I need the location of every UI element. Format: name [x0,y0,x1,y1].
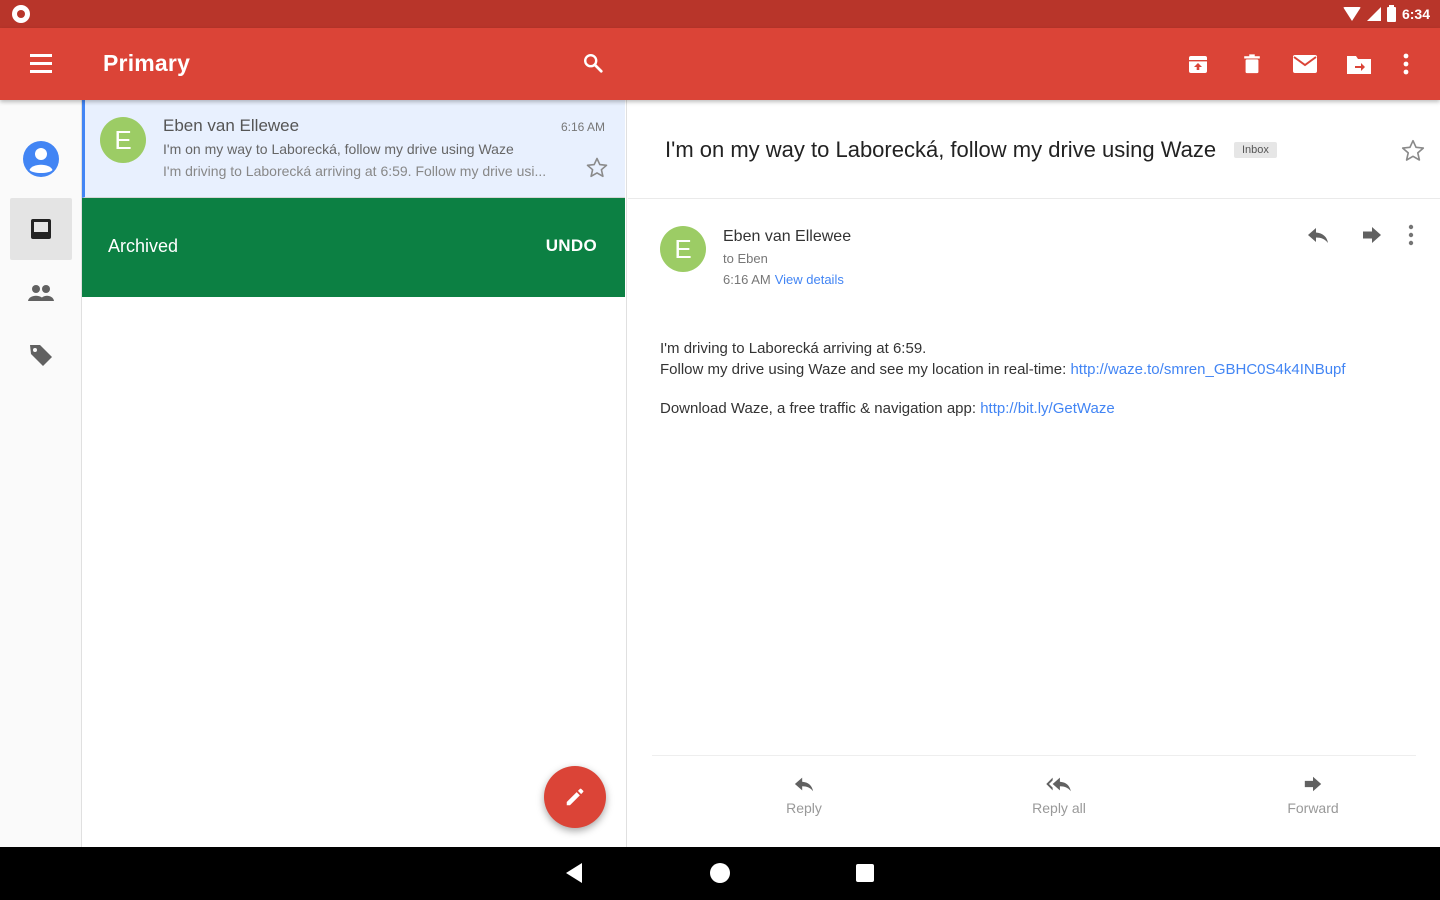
subject-header: I'm on my way to Laborecká, follow my dr… [628,100,1440,199]
reply-icon[interactable] [1306,224,1332,248]
message-paragraph: Download Waze, a free traffic & navigati… [660,398,1360,419]
system-navigation-bar [0,847,1440,900]
forward-icon [1304,776,1322,792]
status-bar: 6:34 [0,0,1440,28]
body-text-line3: Download Waze, a free traffic & navigati… [660,400,981,417]
recents-icon[interactable] [856,864,874,882]
menu-icon[interactable] [26,50,56,78]
forward-button[interactable]: Forward [1258,774,1368,824]
star-icon[interactable] [585,156,609,180]
label-icon [30,345,52,366]
archived-snackbar: Archived UNDO [82,198,625,297]
account-circle-icon [23,141,59,177]
reply-label: Reply [786,800,822,816]
view-details-link[interactable]: View details [775,272,844,287]
search-icon[interactable] [578,48,608,78]
move-to-icon[interactable] [1344,50,1374,78]
reply-all-label: Reply all [1032,800,1086,816]
rail-item-labels[interactable] [10,324,72,386]
rail-item-account[interactable] [10,128,72,190]
message-paragraph: I'm driving to Laborecká arriving at 6:5… [660,338,1360,380]
more-vert-icon[interactable] [1408,224,1428,248]
forward-icon[interactable] [1360,224,1386,248]
body-text-line2: Follow my drive using Waze and see my lo… [660,361,1071,378]
snackbar-message: Archived [108,236,179,256]
message-detail: I'm on my way to Laborecká, follow my dr… [628,100,1440,847]
conversation-item[interactable]: E Eben van Ellewee 6:16 AM I'm on my way… [82,100,625,198]
star-icon[interactable] [1400,138,1426,164]
conversation-list: E Eben van Ellewee 6:16 AM I'm on my way… [82,100,627,847]
conversation-snippet: I'm driving to Laborecká arriving at 6:5… [163,163,547,179]
message-actions: Reply Reply all Forward [652,755,1416,847]
message-subject: I'm on my way to Laborecká, follow my dr… [665,137,1217,162]
message-sender: Eben van Ellewee [723,228,852,245]
wifi-icon [1342,7,1361,21]
more-vert-icon[interactable] [1396,50,1416,78]
message-body: I'm driving to Laborecká arriving at 6:5… [660,338,1360,437]
home-icon[interactable] [710,863,730,883]
reply-icon [794,777,814,792]
status-time: 6:34 [1401,6,1430,22]
get-waze-link[interactable]: http://bit.ly/GetWaze [980,400,1115,417]
inbox-icon [31,219,51,239]
message-time: 6:16 AM [723,272,771,287]
people-icon [28,285,54,301]
archive-icon[interactable] [1184,50,1212,78]
notification-icon [12,5,30,23]
navigation-rail [0,100,82,847]
message-time-row: 6:16 AM View details [723,272,844,287]
app-toolbar: Primary [0,28,1440,100]
avatar: E [100,117,146,163]
compose-button[interactable] [544,766,606,828]
body-text-line1: I'm driving to Laborecká arriving at 6:5… [660,340,927,357]
undo-button[interactable]: UNDO [546,236,597,256]
toolbar-title: Primary [103,50,191,76]
waze-location-link[interactable]: http://waze.to/smren_GBHC0S4k4INBupf [1070,361,1345,378]
conversation-sender: Eben van Ellewee [163,116,300,135]
forward-label: Forward [1287,800,1339,816]
message-recipient: to Eben [723,251,768,266]
conversation-time: 6:16 AM [560,120,605,134]
rail-item-contacts[interactable] [10,262,72,324]
signal-icon [1366,7,1381,21]
battery-icon [1386,4,1396,22]
conversation-subject: I'm on my way to Laborecká, follow my dr… [163,141,514,157]
reply-button[interactable]: Reply [749,774,859,824]
label-chip-inbox[interactable]: Inbox [1234,142,1277,158]
delete-icon[interactable] [1238,50,1266,78]
rail-item-inbox[interactable] [10,198,72,260]
reply-all-button[interactable]: Reply all [1004,774,1114,824]
back-icon[interactable] [566,863,582,883]
reply-all-icon [1046,777,1071,792]
message-header: E Eben van Ellewee to Eben 6:16 AM View d… [628,200,1440,310]
avatar: E [660,226,706,272]
pencil-icon [566,788,584,806]
status-icons: 6:34 [1342,4,1430,24]
mark-unread-icon[interactable] [1290,50,1320,78]
